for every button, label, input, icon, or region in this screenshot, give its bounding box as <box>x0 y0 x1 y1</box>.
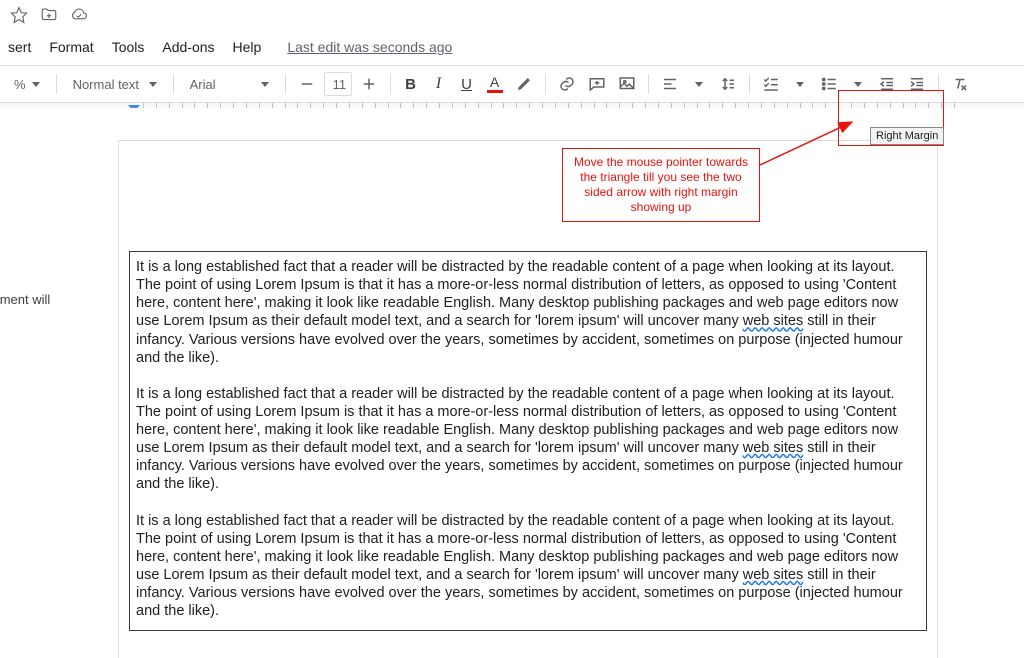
last-edit-link[interactable]: Last edit was seconds ago <box>277 39 452 55</box>
menu-insert-partial[interactable]: sert <box>6 37 33 57</box>
paragraph-style-dropdown[interactable]: Normal text <box>65 71 165 97</box>
document-page[interactable]: It is a long established fact that a rea… <box>118 140 938 658</box>
separator <box>56 74 57 94</box>
highlight-color-button[interactable] <box>511 72 537 96</box>
workspace: cument will It is a long established fac… <box>0 108 1024 658</box>
line-spacing-button[interactable] <box>715 72 741 96</box>
checklist-caret[interactable] <box>788 72 812 96</box>
insert-link-button[interactable] <box>554 72 580 96</box>
menu-help[interactable]: Help <box>231 37 264 57</box>
separator <box>648 74 649 94</box>
font-size-input[interactable]: 11 <box>324 72 352 96</box>
checklist-button[interactable] <box>758 72 784 96</box>
right-margin-tooltip: Right Margin <box>870 127 944 145</box>
caret-icon <box>32 82 40 87</box>
font-dropdown[interactable]: Arial <box>182 71 277 97</box>
caret-icon <box>149 82 157 87</box>
move-folder-icon[interactable] <box>40 6 58 27</box>
clear-formatting-button[interactable] <box>947 72 973 96</box>
menu-addons[interactable]: Add-ons <box>160 37 216 57</box>
add-comment-button[interactable] <box>584 72 610 96</box>
underline-button[interactable]: U <box>455 72 479 96</box>
zoom-dropdown[interactable]: % <box>6 71 48 97</box>
zoom-value: % <box>14 77 26 92</box>
separator <box>390 74 391 94</box>
insert-image-button[interactable] <box>614 72 640 96</box>
align-button[interactable] <box>657 72 683 96</box>
separator <box>173 74 174 94</box>
menu-tools[interactable]: Tools <box>110 37 147 57</box>
italic-button[interactable]: I <box>427 72 451 96</box>
separator <box>749 74 750 94</box>
font-value: Arial <box>190 77 216 92</box>
paragraph[interactable]: It is a long established fact that a rea… <box>136 512 920 621</box>
bold-button[interactable]: B <box>399 72 423 96</box>
menu-format[interactable]: Format <box>47 37 95 57</box>
separator <box>545 74 546 94</box>
paragraph[interactable]: It is a long established fact that a rea… <box>136 258 920 367</box>
document-content-frame: It is a long established fact that a rea… <box>129 251 927 631</box>
increase-font-size-button[interactable] <box>356 72 382 96</box>
titlebar-icon-row <box>0 0 1024 33</box>
cloud-status-icon[interactable] <box>70 6 88 27</box>
caret-icon <box>261 82 269 87</box>
annotation-box: Move the mouse pointer towards the trian… <box>562 148 760 222</box>
text-color-button[interactable]: A <box>483 72 507 96</box>
paragraph[interactable]: It is a long established fact that a rea… <box>136 385 920 494</box>
star-icon[interactable] <box>10 6 28 27</box>
align-caret[interactable] <box>687 72 711 96</box>
menubar: sert Format Tools Add-ons Help Last edit… <box>0 33 1024 65</box>
separator <box>285 74 286 94</box>
style-value: Normal text <box>73 77 139 92</box>
decrease-font-size-button[interactable] <box>294 72 320 96</box>
stray-partial-text: cument will <box>0 292 50 307</box>
